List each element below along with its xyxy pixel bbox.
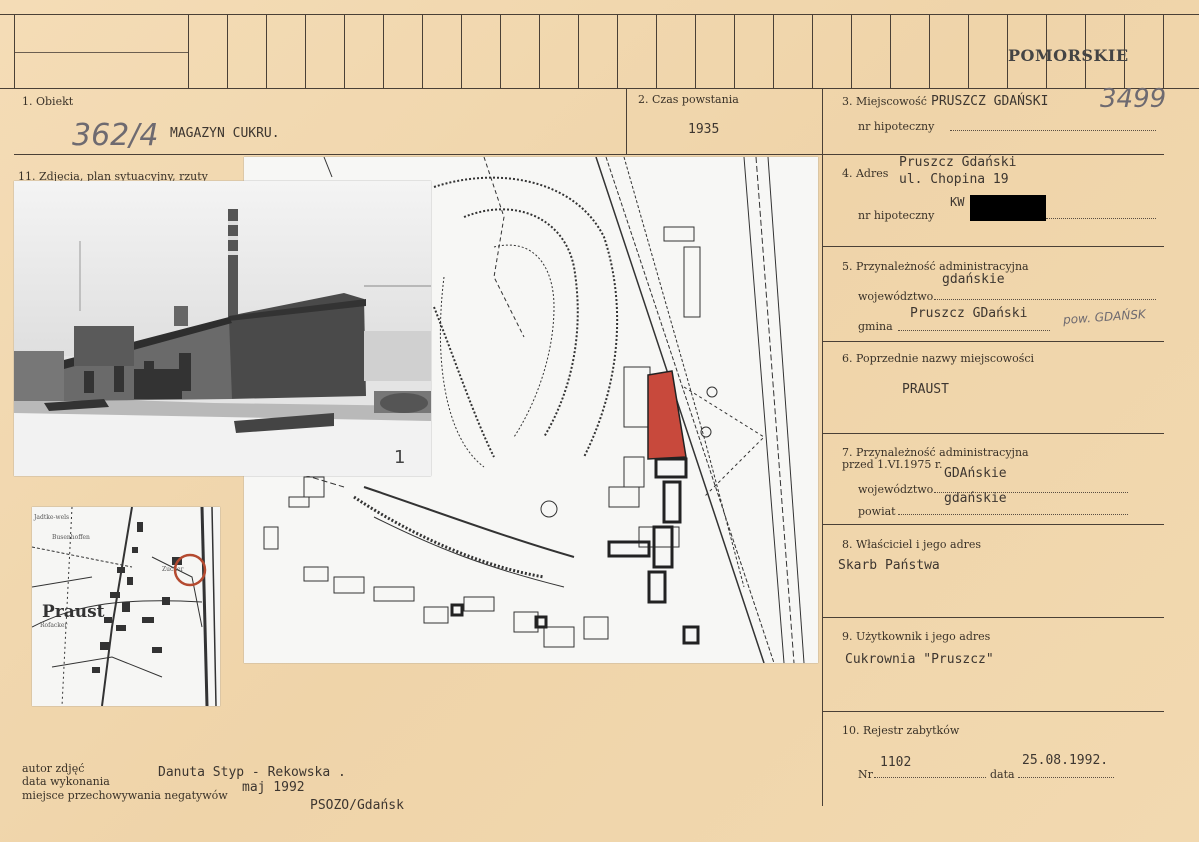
- handwritten-number: 3499: [1100, 84, 1167, 114]
- field4-label: 4. Adres: [842, 167, 889, 180]
- field5-commune-dots: [898, 330, 1050, 331]
- photograph-image: [14, 181, 431, 476]
- field5-voivodeship-dots: [934, 299, 1156, 300]
- header-bottom-rule: [0, 88, 1199, 89]
- object-photograph: 1: [14, 181, 431, 476]
- svg-text:Jadtke-wels: Jadtke-wels: [33, 514, 69, 521]
- field7-district-dots: [898, 514, 1128, 515]
- field7-district: gdańskie: [944, 491, 1007, 506]
- field7-label-line2: przed 1.VI.1975 r.: [842, 458, 943, 471]
- user-value: Cukrownia "Pruszcz": [845, 652, 994, 667]
- field3-mortgage-dots: [950, 130, 1156, 131]
- redaction-block: [970, 195, 1046, 221]
- register-date: 25.08.1992.: [1022, 753, 1109, 768]
- photo-date: maj 1992: [242, 780, 305, 795]
- photo-mark: 1: [394, 447, 406, 468]
- catalog-number: 362/4: [72, 118, 159, 153]
- field7-voivodeship: GDAńskie: [944, 466, 1007, 481]
- old-map-drawing: Jadtke-wels Busenhoffen Rofacker Zucker …: [32, 507, 217, 706]
- field10-nr-label: Nr: [858, 768, 873, 781]
- field9-label: 9. Użytkownik i jego adres: [842, 630, 991, 643]
- address-line1: Pruszcz Gdański: [899, 155, 1017, 170]
- field10-date-label: data: [990, 768, 1015, 781]
- highlighted-building: [647, 370, 687, 460]
- row9-bottom-rule: [822, 711, 1164, 712]
- top-border: [0, 14, 1199, 15]
- object-name: MAGAZYN CUKRU.: [170, 126, 280, 141]
- field1-label: 1. Obiekt: [22, 95, 74, 108]
- negatives-location: PSOZO/Gdańsk: [310, 798, 404, 813]
- field4-mortgage-label: nr hipoteczny: [858, 209, 935, 222]
- field5-voivodeship-label: województwo: [858, 290, 934, 303]
- field2-label: 2. Czas powstania: [638, 93, 739, 106]
- field4-mortgage-dots: [1046, 218, 1156, 219]
- register-number: 1102: [880, 755, 912, 770]
- field10-date-dots: [1018, 777, 1114, 778]
- row8-bottom-rule: [822, 617, 1164, 618]
- field5-commune: Pruszcz GDański: [910, 306, 1028, 321]
- field8-label: 8. Właściciel i jego adres: [842, 538, 982, 551]
- field10-label: 10. Rejestr zabytków: [842, 724, 960, 737]
- map-town-label: Praust: [42, 602, 105, 622]
- field10-nr-dots: [874, 777, 986, 778]
- region-stamp: POMORSKIE: [1008, 46, 1129, 65]
- row4-bottom-rule: [822, 246, 1164, 247]
- author-label: autor zdjęć: [22, 762, 85, 775]
- field5-voivodeship: gdańskie: [942, 272, 1005, 287]
- photo-author: Danuta Styp - Rekowska .: [158, 765, 346, 780]
- header-left-edge: [14, 14, 15, 88]
- owner-value: Skarb Państwa: [838, 558, 940, 573]
- locality-value: PRUSZCZ GDAŃSKI: [931, 94, 1049, 109]
- header-left-rule: [14, 52, 188, 53]
- construction-year: 1935: [688, 122, 720, 137]
- date-taken-label: data wykonania: [22, 775, 110, 788]
- divider-1-2: [626, 88, 627, 154]
- previous-name: PRAUST: [902, 382, 949, 397]
- field3-mortgage-label: nr hipoteczny: [858, 120, 935, 133]
- row5-bottom-rule: [822, 341, 1164, 342]
- address-line2: ul. Chopina 19: [899, 172, 1009, 187]
- record-card: POMORSKIE 1. Obiekt 362/4 MAGAZYN CUKRU.…: [0, 0, 1199, 842]
- svg-text:Busenhoffen: Busenhoffen: [52, 534, 90, 541]
- field6-label: 6. Poprzednie nazwy miejscowości: [842, 352, 1035, 365]
- mortgage-prefix: KW: [950, 195, 965, 209]
- field3-label: 3. Miejscowość: [842, 95, 927, 108]
- svg-text:Rofacker: Rofacker: [40, 622, 67, 629]
- field7-voivodeship-label: województwo: [858, 483, 934, 496]
- old-map-inset: Jadtke-wels Busenhoffen Rofacker Zucker …: [32, 507, 220, 706]
- row6-bottom-rule: [822, 433, 1164, 434]
- right-column-divider: [822, 88, 823, 806]
- negatives-location-label: miejsce przechowywania negatywów: [22, 789, 228, 802]
- field7-district-label: powiat: [858, 505, 896, 518]
- handwritten-district-note: pow. GDAŃSK: [1062, 307, 1147, 327]
- svg-text:Zucker: Zucker: [162, 566, 184, 573]
- field5-commune-label: gmina: [858, 320, 893, 333]
- row7-bottom-rule: [822, 524, 1164, 525]
